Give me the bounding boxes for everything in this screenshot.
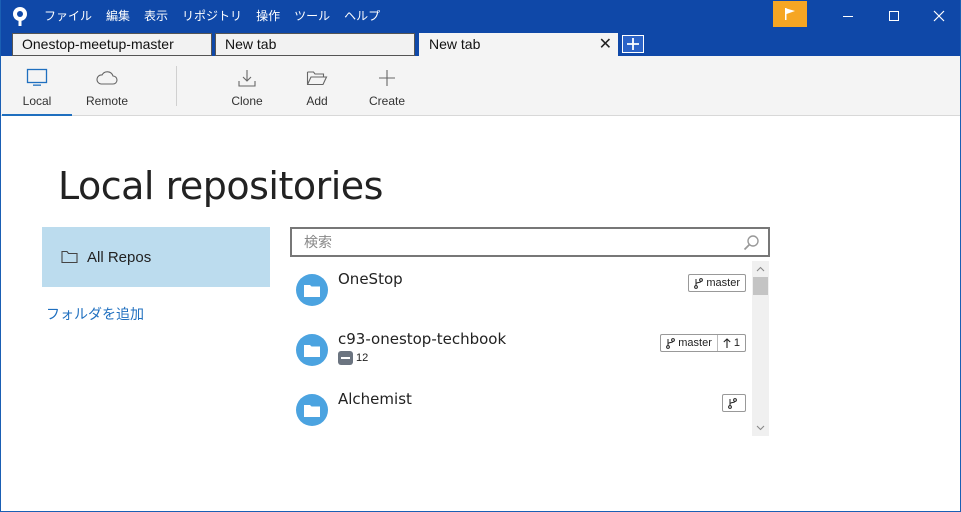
page-title: Local repositories <box>58 164 383 208</box>
app-window: ファイル 編集 表示 リポジトリ 操作 ツール ヘルプ Onestop-meet… <box>0 0 961 512</box>
ahead-count: 1 <box>733 337 740 349</box>
repository-list: OneStop master c93-onestop-techbook 12 m… <box>290 261 752 436</box>
branch-chip: master <box>661 335 717 351</box>
search-input[interactable] <box>304 232 734 254</box>
repo-name: OneStop <box>338 270 403 288</box>
download-icon <box>237 67 257 89</box>
flag-icon <box>785 8 795 20</box>
menu-tools[interactable]: ツール <box>287 0 337 32</box>
remote-button[interactable]: Remote <box>72 56 142 116</box>
close-button[interactable] <box>916 0 960 32</box>
stash-count: 12 <box>356 352 369 364</box>
maximize-button[interactable] <box>871 0 917 32</box>
clone-button[interactable]: Clone <box>212 56 282 116</box>
title-bar: ファイル 編集 表示 リポジトリ 操作 ツール ヘルプ <box>1 0 960 32</box>
menu-bar: ファイル 編集 表示 リポジトリ 操作 ツール ヘルプ <box>37 0 387 32</box>
branch-icon <box>666 337 676 349</box>
toolbar: Local Remote Clone Add Create <box>1 56 960 116</box>
menu-repository[interactable]: リポジトリ <box>175 0 249 32</box>
list-item[interactable]: OneStop master <box>290 261 752 321</box>
plus-icon <box>627 38 639 50</box>
branch-badge: master <box>688 274 746 292</box>
tab-label: New tab <box>225 36 277 52</box>
folder-icon <box>296 274 328 306</box>
menu-file[interactable]: ファイル <box>37 0 99 32</box>
tab-label: New tab <box>429 36 481 52</box>
minimize-icon <box>843 16 853 17</box>
branch-chip: master <box>689 275 745 291</box>
scroll-thumb[interactable] <box>753 277 768 295</box>
sidebar-item-all-repos[interactable]: All Repos <box>42 227 270 287</box>
tab-strip: Onestop-meetup-master New tab New tab ✕ <box>1 32 960 56</box>
repo-name: Alchemist <box>338 390 412 408</box>
add-label: Add <box>306 94 328 108</box>
folder-icon <box>296 394 328 426</box>
plus-icon <box>378 67 396 89</box>
tab-new-tab-1[interactable]: New tab <box>215 33 415 56</box>
menu-help[interactable]: ヘルプ <box>337 0 387 32</box>
sourcetree-logo-icon[interactable] <box>9 5 31 27</box>
scroll-up-button[interactable] <box>752 261 769 277</box>
chevron-down-icon <box>756 425 765 431</box>
minimize-button[interactable] <box>825 0 871 32</box>
branch-icon <box>694 277 704 289</box>
ahead-chip: 1 <box>716 335 745 351</box>
branch-icon <box>728 397 737 409</box>
stash-icon <box>338 351 353 365</box>
create-button[interactable]: Create <box>352 56 422 116</box>
repo-list-scrollbar[interactable] <box>752 261 769 436</box>
folder-icon <box>61 250 78 264</box>
flag-button[interactable] <box>773 1 807 27</box>
branch-chip <box>723 395 745 411</box>
new-tab-button[interactable] <box>622 35 644 53</box>
stash-indicator: 12 <box>338 351 368 365</box>
arrow-up-icon <box>723 338 731 348</box>
close-icon <box>933 10 945 22</box>
branch-badge: master 1 <box>660 334 746 352</box>
menu-view[interactable]: 表示 <box>137 0 175 32</box>
tab-onestop-meetup-master[interactable]: Onestop-meetup-master <box>12 33 212 56</box>
add-button[interactable]: Add <box>282 56 352 116</box>
remote-label: Remote <box>85 94 129 108</box>
toolbar-separator <box>176 66 177 106</box>
tab-new-tab-active[interactable]: New tab ✕ <box>419 33 618 56</box>
chevron-up-icon <box>756 266 765 272</box>
local-button[interactable]: Local <box>2 56 72 116</box>
branch-name: master <box>678 337 712 349</box>
list-item[interactable]: Alchemist <box>290 381 752 441</box>
maximize-icon <box>889 11 899 21</box>
monitor-icon <box>26 67 48 89</box>
local-label: Local <box>22 94 52 108</box>
clone-label: Clone <box>231 94 263 108</box>
list-item[interactable]: c93-onestop-techbook 12 master 1 <box>290 321 752 381</box>
open-folder-icon <box>306 67 328 89</box>
search-icon[interactable] <box>743 234 760 251</box>
branch-badge <box>722 394 746 412</box>
tab-label: Onestop-meetup-master <box>22 36 174 52</box>
menu-edit[interactable]: 編集 <box>99 0 137 32</box>
tab-close-icon[interactable]: ✕ <box>599 34 612 55</box>
all-repos-label: All Repos <box>87 248 152 266</box>
folder-icon <box>296 334 328 366</box>
search-box <box>290 227 770 257</box>
add-folder-link[interactable]: フォルダを追加 <box>46 304 144 324</box>
scroll-down-button[interactable] <box>752 420 769 436</box>
create-label: Create <box>368 94 406 108</box>
repo-name: c93-onestop-techbook <box>338 330 507 348</box>
cloud-icon <box>96 67 118 89</box>
menu-actions[interactable]: 操作 <box>249 0 287 32</box>
branch-name: master <box>706 277 740 289</box>
